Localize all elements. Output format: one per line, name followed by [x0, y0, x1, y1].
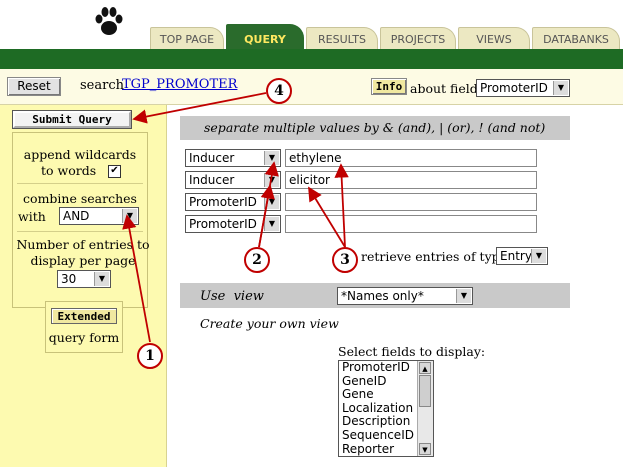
extended-query-button[interactable]: Extended — [51, 308, 117, 324]
entries-per-page-value: 30 — [61, 272, 77, 286]
listbox-scrollbar[interactable]: ▲ ▼ — [417, 361, 433, 456]
combine-operator-value: AND — [63, 209, 90, 223]
callout-4: 4 — [266, 78, 292, 104]
combine-with-label: with — [18, 209, 46, 224]
reset-button[interactable]: Reset — [7, 77, 61, 96]
query-field-value-4: PromoterID — [189, 217, 257, 231]
entries-per-page-select[interactable]: 30 ▼ — [57, 270, 111, 288]
append-wildcards-label: append wildcards — [23, 147, 137, 162]
about-field-label: about field — [410, 81, 478, 96]
query-hint-bar: separate multiple values by & (and), | (… — [180, 116, 570, 140]
query-field-value-3: PromoterID — [189, 195, 257, 209]
about-field-select[interactable]: PromoterID ▼ — [476, 79, 570, 97]
view-select[interactable]: *Names only* ▼ — [337, 287, 473, 305]
divider — [17, 183, 143, 184]
chevron-down-icon: ▼ — [531, 249, 546, 263]
entries-per-page-label: Number of entries to — [16, 237, 150, 252]
database-link[interactable]: TGP_PROMOTER — [122, 77, 237, 92]
about-field-value: PromoterID — [480, 81, 548, 95]
query-form-label: query form — [48, 330, 120, 345]
info-button[interactable]: Info — [371, 78, 407, 95]
query-field-select-2[interactable]: Inducer ▼ — [185, 171, 281, 189]
query-field-select-4[interactable]: PromoterID ▼ — [185, 215, 281, 233]
callout-2: 2 — [244, 247, 270, 273]
retrieve-type-select[interactable]: Entry ▼ — [496, 247, 548, 265]
tab-top-page[interactable]: TOP PAGE — [150, 27, 224, 49]
tab-databanks[interactable]: DATABANKS — [532, 27, 620, 49]
callout-1: 1 — [137, 343, 163, 369]
checkmark-icon: ✔ — [110, 165, 119, 176]
chevron-down-icon: ▼ — [264, 173, 279, 187]
query-field-value-1: Inducer — [189, 151, 235, 165]
fields-listbox[interactable]: PromoterID GeneID Gene Localization Desc… — [338, 360, 434, 457]
combine-searches-label: combine searches — [23, 191, 137, 206]
nav-green-bar — [0, 49, 623, 69]
paw-print-logo-icon — [95, 7, 123, 35]
create-view-label: Create your own view — [200, 316, 339, 331]
view-value: *Names only* — [341, 289, 424, 303]
submit-query-button[interactable]: Submit Query — [13, 111, 131, 128]
use-view-label: Use view — [200, 289, 264, 304]
append-wildcards-label-2: to words — [41, 163, 97, 178]
query-field-select-3[interactable]: PromoterID ▼ — [185, 193, 281, 211]
chevron-down-icon[interactable]: ▼ — [419, 443, 431, 455]
search-label: search — [80, 78, 124, 93]
retrieve-type-value: Entry — [500, 249, 532, 263]
chevron-down-icon: ▼ — [264, 217, 279, 231]
chevron-down-icon: ▼ — [456, 289, 471, 303]
query-value-input-1[interactable]: ethylene — [285, 149, 537, 167]
callout-3: 3 — [332, 247, 358, 273]
chevron-down-icon: ▼ — [94, 272, 109, 286]
query-field-select-1[interactable]: Inducer ▼ — [185, 149, 281, 167]
scrollbar-thumb[interactable] — [419, 375, 431, 407]
tab-query[interactable]: QUERY — [226, 24, 304, 49]
chevron-up-icon[interactable]: ▲ — [419, 362, 431, 374]
tab-results[interactable]: RESULTS — [306, 27, 378, 49]
chevron-down-icon: ▼ — [553, 81, 568, 95]
query-value-input-3[interactable] — [285, 193, 537, 211]
chevron-down-icon: ▼ — [264, 151, 279, 165]
tab-projects[interactable]: PROJECTS — [380, 27, 456, 49]
query-options-panel: append wildcards to words ✔ combine sear… — [12, 132, 150, 308]
query-value-input-2[interactable]: elicitor — [285, 171, 537, 189]
chevron-down-icon: ▼ — [264, 195, 279, 209]
append-wildcards-checkbox[interactable]: ✔ — [108, 165, 121, 178]
query-field-value-2: Inducer — [189, 173, 235, 187]
entries-per-page-label-2: display per page — [30, 253, 136, 268]
combine-operator-select[interactable]: AND ▼ — [59, 207, 139, 225]
divider — [17, 231, 143, 232]
chevron-down-icon: ▼ — [122, 209, 137, 223]
select-fields-label: Select fields to display: — [338, 344, 486, 359]
retrieve-type-label: retrieve entries of type — [361, 249, 508, 264]
tab-views[interactable]: VIEWS — [458, 27, 530, 49]
query-value-input-4[interactable] — [285, 215, 537, 233]
